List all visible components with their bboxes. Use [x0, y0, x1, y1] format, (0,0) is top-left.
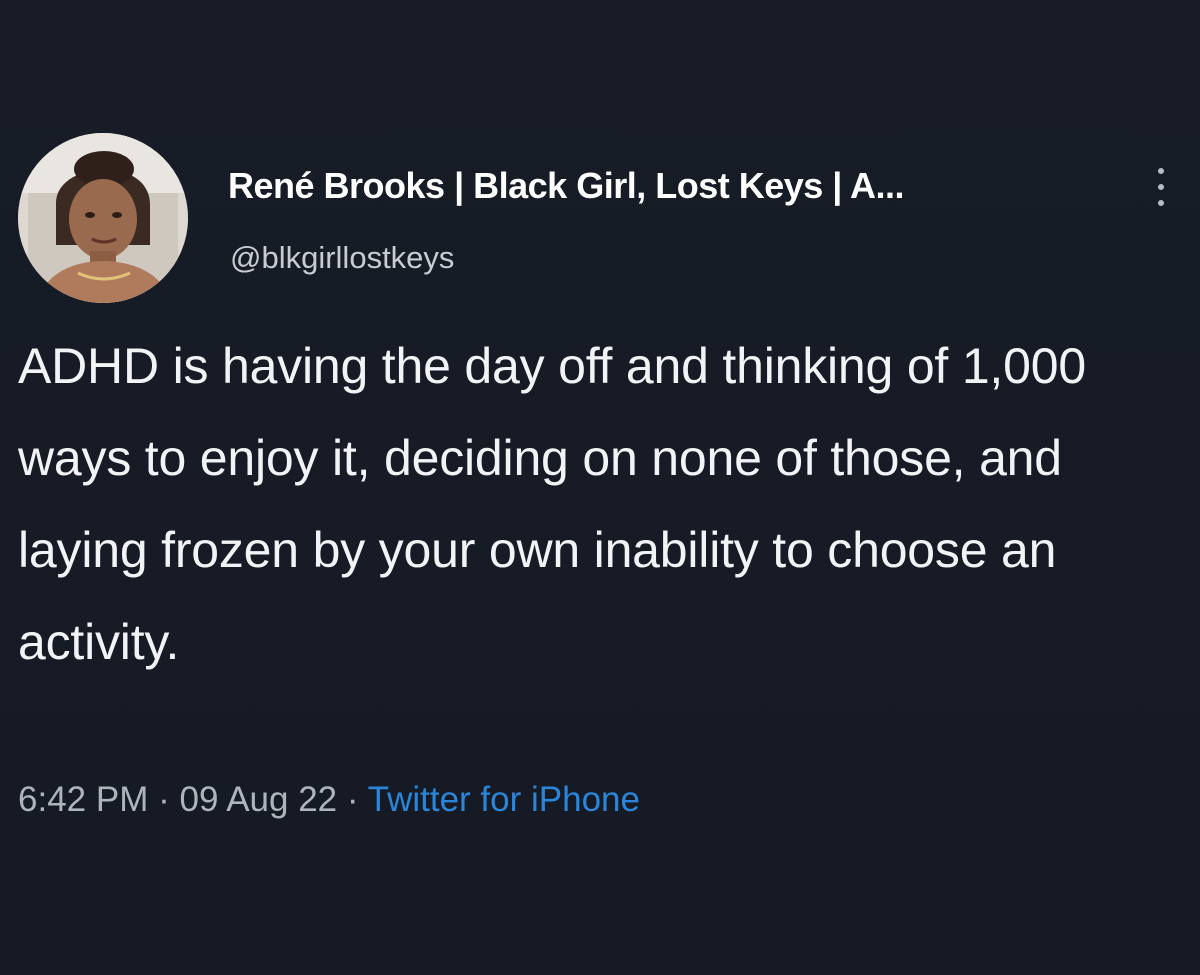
more-dot: [1158, 184, 1164, 190]
more-dot: [1158, 200, 1164, 206]
tweet-date[interactable]: 09 Aug 22: [179, 780, 337, 819]
separator-dot: ·: [346, 780, 368, 819]
avatar[interactable]: [18, 133, 188, 303]
tweet-source-link[interactable]: Twitter for iPhone: [368, 780, 640, 819]
more-options-icon[interactable]: [1148, 166, 1176, 210]
author-display-name[interactable]: René Brooks | Black Girl, Lost Keys | A.…: [228, 165, 905, 207]
tweet-card: René Brooks | Black Girl, Lost Keys | A.…: [0, 0, 1200, 975]
tweet-metadata: 6:42 PM · 09 Aug 22 · Twitter for iPhone: [18, 780, 640, 820]
author-handle[interactable]: @blkgirllostkeys: [230, 240, 454, 276]
tweet-time[interactable]: 6:42 PM: [18, 780, 148, 819]
tweet-text: ADHD is having the day off and thinking …: [18, 338, 1086, 670]
more-dot: [1158, 168, 1164, 174]
avatar-image: [18, 133, 188, 303]
separator-dot: ·: [158, 780, 180, 819]
